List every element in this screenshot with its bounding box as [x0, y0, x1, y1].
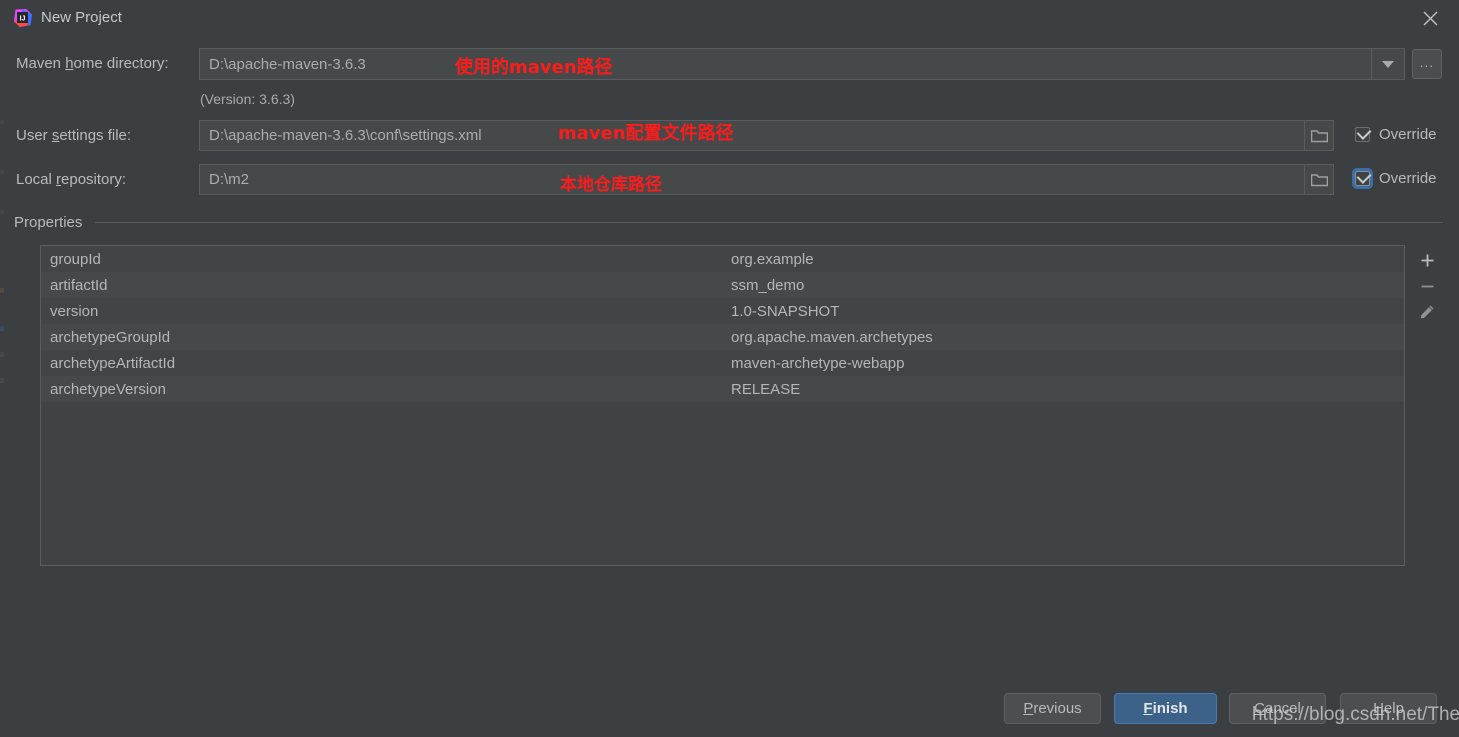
background-window-edge — [0, 170, 4, 174]
override-label: Override — [1379, 170, 1437, 187]
table-row[interactable]: artifactId ssm_demo — [41, 272, 1404, 298]
background-window-edge — [0, 326, 4, 331]
background-window-edge — [0, 210, 4, 214]
override-label: Override — [1379, 126, 1437, 143]
local-repository-browse-button[interactable] — [1304, 164, 1334, 195]
label-part: inish — [1152, 700, 1188, 717]
new-project-dialog: IJ New Project Maven home directory: D:\… — [0, 0, 1459, 737]
property-key: artifactId — [50, 276, 108, 294]
local-repository-input[interactable]: D:\m2 — [199, 164, 1304, 195]
chevron-down-glyph — [1382, 60, 1394, 68]
label-part: ancel — [1264, 700, 1301, 717]
local-repository-override-checkbox[interactable]: Override — [1352, 168, 1437, 189]
local-repository-value: D:\m2 — [209, 171, 250, 188]
check-glyph — [1356, 169, 1372, 184]
finish-button[interactable]: Finish — [1114, 693, 1217, 724]
folder-icon — [1310, 173, 1328, 186]
label-part: elp — [1383, 700, 1404, 717]
local-repository-label: Local repository: — [16, 171, 126, 188]
table-row[interactable]: archetypeGroupId org.apache.maven.archety… — [41, 324, 1404, 350]
property-key: archetypeArtifactId — [50, 354, 176, 372]
property-value: org.example — [731, 250, 814, 268]
property-value: maven-archetype-webapp — [731, 354, 905, 372]
remove-property-button[interactable] — [1410, 273, 1444, 299]
maven-home-value: D:\apache-maven-3.6.3 — [209, 55, 366, 73]
properties-toolbar — [1410, 247, 1444, 325]
properties-rows-container: groupId org.example artifactId ssm_demovers… — [41, 246, 1404, 402]
property-value: RELEASE — [731, 380, 801, 398]
minus-icon — [1421, 285, 1433, 287]
chevron-down-icon[interactable] — [1371, 48, 1405, 80]
background-window-edge — [0, 120, 4, 124]
properties-group-divider — [95, 222, 1443, 223]
maven-home-input[interactable]: D:\apache-maven-3.6.3 — [199, 48, 1371, 80]
label-part: User — [16, 127, 52, 144]
properties-group-title: Properties — [14, 214, 91, 231]
property-value: ssm_demo — [731, 276, 805, 294]
label-part: epository: — [61, 171, 127, 188]
check-glyph — [1356, 125, 1372, 140]
user-settings-browse-button[interactable] — [1304, 120, 1334, 151]
cancel-button[interactable]: Cancel — [1229, 693, 1326, 724]
label-part: Local — [16, 171, 57, 188]
add-property-button[interactable] — [1410, 247, 1444, 273]
user-settings-override-checkbox[interactable]: Override — [1355, 125, 1437, 143]
table-row[interactable]: archetypeVersion RELEASE — [41, 376, 1404, 402]
close-icon[interactable] — [1401, 0, 1459, 36]
label-mnemonic: h — [65, 55, 74, 72]
user-settings-input[interactable]: D:\apache-maven-3.6.3\conf\settings.xml — [199, 120, 1304, 151]
property-key: groupId — [50, 250, 101, 268]
ellipsis-label: ... — [1419, 53, 1435, 70]
checkbox-box — [1355, 125, 1372, 142]
property-value: 1.0-SNAPSHOT — [731, 302, 840, 320]
property-key: archetypeGroupId — [50, 328, 171, 346]
label-part: ome directory: — [73, 55, 169, 72]
window-title: New Project — [41, 9, 122, 26]
user-settings-value: D:\apache-maven-3.6.3\conf\settings.xml — [209, 127, 482, 144]
table-row[interactable]: version 1.0-SNAPSHOT — [41, 298, 1404, 324]
mnemonic: H — [1373, 700, 1384, 717]
mnemonic: C — [1254, 700, 1265, 717]
folder-icon — [1310, 129, 1328, 142]
previous-button[interactable]: Previous — [1004, 693, 1101, 724]
mnemonic: P — [1023, 700, 1034, 717]
table-row[interactable]: groupId org.example — [41, 246, 1404, 272]
label-part: Maven — [16, 55, 66, 72]
svg-text:IJ: IJ — [20, 15, 26, 22]
checkbox-box — [1352, 168, 1373, 189]
maven-home-label: Maven home directory: — [16, 55, 169, 72]
properties-table[interactable]: groupId org.example artifactId ssm_demovers… — [40, 245, 1405, 566]
plus-icon — [1421, 254, 1433, 266]
annotation-maven-path: 使用的maven路径 — [455, 57, 613, 78]
property-key: archetypeVersion — [50, 380, 166, 398]
property-key: version — [50, 302, 99, 320]
annotation-settings-path: maven配置文件路径 — [558, 123, 734, 144]
user-settings-label: User settings file: — [16, 127, 131, 144]
mnemonic: F — [1143, 700, 1153, 717]
maven-home-browse-button[interactable]: ... — [1412, 49, 1442, 79]
property-value: org.apache.maven.archetypes — [731, 328, 933, 346]
background-window-edge — [0, 352, 4, 357]
table-row[interactable]: archetypeArtifactId maven-archetype-webap… — [41, 350, 1404, 376]
help-button[interactable]: Help — [1340, 693, 1437, 724]
background-window-edge — [0, 378, 4, 383]
annotation-local-repo-path: 本地仓库路径 — [560, 175, 662, 195]
background-window-edge — [0, 288, 4, 293]
label-part: revious — [1033, 700, 1082, 717]
edit-property-button[interactable] — [1410, 299, 1444, 325]
title-bar: IJ New Project — [0, 0, 1459, 36]
pencil-icon — [1420, 305, 1434, 319]
maven-version-note: (Version: 3.6.3) — [200, 91, 295, 107]
intellij-idea-icon: IJ — [13, 8, 33, 28]
label-part: ettings file: — [59, 127, 132, 144]
